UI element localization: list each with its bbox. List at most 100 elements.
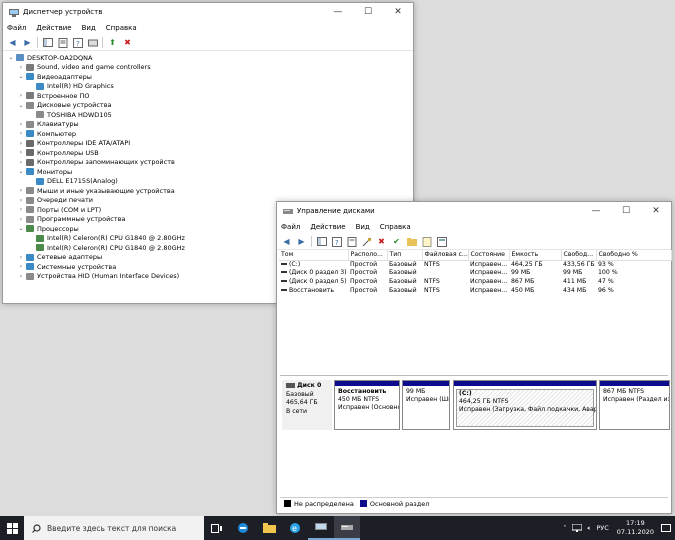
chevron-down-icon[interactable]: ⌄ (7, 54, 15, 61)
back-icon[interactable]: ◀ (7, 37, 18, 48)
chevron-right-icon[interactable]: › (17, 263, 25, 270)
device-tree-item[interactable]: TOSHIBA HDWD105 (7, 110, 409, 120)
column-header[interactable]: Свобод... (561, 250, 597, 261)
window-title: Управление дисками (297, 207, 375, 215)
notifications-icon[interactable] (661, 523, 671, 533)
device-tree-item[interactable]: ⌄ Видеоадаптеры (7, 72, 409, 82)
help-icon[interactable]: ? (72, 37, 83, 48)
device-tree-label: Программные устройства (37, 215, 126, 224)
minimize-button[interactable]: — (581, 202, 611, 220)
chevron-right-icon[interactable]: › (17, 197, 25, 204)
chevron-right-icon[interactable]: › (17, 159, 25, 166)
device-tree-item[interactable]: › Sound, video and game controllers (7, 63, 409, 73)
chevron-right-icon[interactable]: › (17, 254, 25, 261)
column-header[interactable]: Том (279, 250, 349, 261)
forward-icon[interactable]: ▶ (296, 236, 307, 247)
update-driver-icon[interactable]: ⬆ (107, 37, 118, 48)
speaker-icon[interactable]: 🔈︎ (587, 524, 591, 533)
chevron-right-icon[interactable]: › (17, 187, 25, 194)
device-manager-taskbar-icon[interactable] (308, 516, 334, 540)
table-row[interactable]: (Диск 0 раздел 5) Простой Базовый NTFS Испра… (279, 277, 671, 286)
device-tree-item[interactable]: › Мыши и иные указывающие устройства (7, 186, 409, 196)
chevron-right-icon[interactable]: › (17, 149, 25, 156)
menu-file[interactable]: Файл (281, 223, 300, 231)
device-tree-item[interactable]: › Контроллеры запоминающих устройств (7, 158, 409, 168)
device-tree-item[interactable]: › Контроллеры USB (7, 148, 409, 158)
device-tree-item[interactable]: DELL E1715S(Analog) (7, 177, 409, 187)
minimize-button[interactable]: — (323, 3, 353, 21)
device-tree-item[interactable]: Intel(R) HD Graphics (7, 82, 409, 92)
console-tree-icon[interactable] (316, 236, 327, 247)
table-row[interactable]: (C:) Простой Базовый NTFS Исправен... 464,25 … (279, 260, 671, 269)
back-icon[interactable]: ◀ (281, 236, 292, 247)
table-row[interactable]: Восстановить Простой Базовый NTFS Исправен..… (279, 286, 671, 295)
folder-icon[interactable] (406, 236, 417, 247)
chevron-right-icon[interactable]: › (17, 216, 25, 223)
chevron-right-icon[interactable]: › (17, 140, 25, 147)
internet-explorer-icon[interactable]: e (282, 516, 308, 540)
column-header[interactable]: Файловая с... (422, 250, 469, 261)
chevron-down-icon[interactable]: ⌄ (17, 168, 25, 175)
partition-oem[interactable]: 867 МБ NTFS Исправен (Раздел изгот (599, 380, 670, 430)
document-icon[interactable] (421, 236, 432, 247)
column-header[interactable]: Располо... (348, 250, 388, 261)
help-icon[interactable]: ? (331, 236, 342, 247)
partition-efi[interactable]: 99 МБ Исправен (Ши (402, 380, 450, 430)
menu-view[interactable]: Вид (82, 24, 96, 32)
maximize-button[interactable]: ☐ (611, 202, 641, 220)
network-icon[interactable] (572, 524, 583, 532)
table-row[interactable]: (Диск 0 раздел 3) Простой Базовый Исправен.… (279, 269, 671, 278)
console-tree-icon[interactable] (42, 37, 53, 48)
delete-icon[interactable]: ✖ (376, 236, 387, 247)
chevron-up-icon[interactable]: ˄ (563, 524, 566, 532)
chevron-down-icon[interactable]: ⌄ (17, 73, 25, 80)
uninstall-icon[interactable]: ✖ (122, 37, 133, 48)
edge-icon[interactable] (230, 516, 256, 540)
clock[interactable]: 17:19 07.11.2020 (617, 519, 654, 537)
chevron-right-icon[interactable]: › (17, 130, 25, 137)
partition-recovery[interactable]: Восстановить 450 МБ NTFS Исправен (Основ… (334, 380, 400, 430)
close-button[interactable]: ✕ (383, 3, 413, 21)
device-tree-item[interactable]: ⌄ Мониторы (7, 167, 409, 177)
chevron-right-icon[interactable]: › (17, 92, 25, 99)
device-tree-item[interactable]: › Встроенное ПО (7, 91, 409, 101)
disk-info[interactable]: Диск 0 Базовый 465,64 ГБ В сети (282, 380, 332, 430)
scan-hardware-icon[interactable] (87, 37, 98, 48)
device-tree-item[interactable]: › Контроллеры IDE ATA/ATAPI (7, 139, 409, 149)
device-tree-item[interactable]: › Клавиатуры (7, 120, 409, 130)
chevron-down-icon[interactable]: ⌄ (17, 225, 25, 232)
column-header[interactable]: Тип (387, 250, 423, 261)
search-box[interactable]: Введите здесь текст для поиска (24, 516, 204, 540)
column-header[interactable]: Состояние (468, 250, 510, 261)
maximize-button[interactable]: ☐ (353, 3, 383, 21)
menu-action[interactable]: Действие (310, 223, 345, 231)
settings-icon[interactable] (436, 236, 447, 247)
chevron-right-icon[interactable]: › (17, 64, 25, 71)
check-icon[interactable]: ✔ (391, 236, 402, 247)
properties-icon[interactable] (346, 236, 357, 247)
close-button[interactable]: ✕ (641, 202, 671, 220)
file-explorer-icon[interactable] (256, 516, 282, 540)
start-button[interactable] (0, 516, 24, 540)
device-tree-item[interactable]: ⌄ Дисковые устройства (7, 101, 409, 111)
menu-view[interactable]: Вид (356, 223, 370, 231)
chevron-right-icon[interactable]: › (17, 206, 25, 213)
column-header[interactable]: Емкость (509, 250, 562, 261)
menu-action[interactable]: Действие (36, 24, 71, 32)
connect-icon[interactable] (361, 236, 372, 247)
chevron-right-icon[interactable]: › (17, 121, 25, 128)
chevron-right-icon[interactable]: › (17, 273, 25, 280)
language-indicator[interactable]: РУС (596, 524, 608, 532)
properties-icon[interactable] (57, 37, 68, 48)
menu-help[interactable]: Справка (380, 223, 411, 231)
task-view-icon[interactable] (204, 516, 230, 540)
menu-file[interactable]: Файл (7, 24, 26, 32)
column-header[interactable]: Свободно % (596, 250, 672, 261)
device-tree-item[interactable]: ⌄ DESKTOP-OA2DQNA (7, 53, 409, 63)
chevron-down-icon[interactable]: ⌄ (17, 102, 25, 109)
menu-help[interactable]: Справка (106, 24, 137, 32)
forward-icon[interactable]: ▶ (22, 37, 33, 48)
partition-c[interactable]: (C:) 464,25 ГБ NTFS Исправен (Загрузка, … (453, 380, 597, 430)
device-tree-item[interactable]: › Компьютер (7, 129, 409, 139)
disk-management-taskbar-icon[interactable] (334, 516, 360, 540)
